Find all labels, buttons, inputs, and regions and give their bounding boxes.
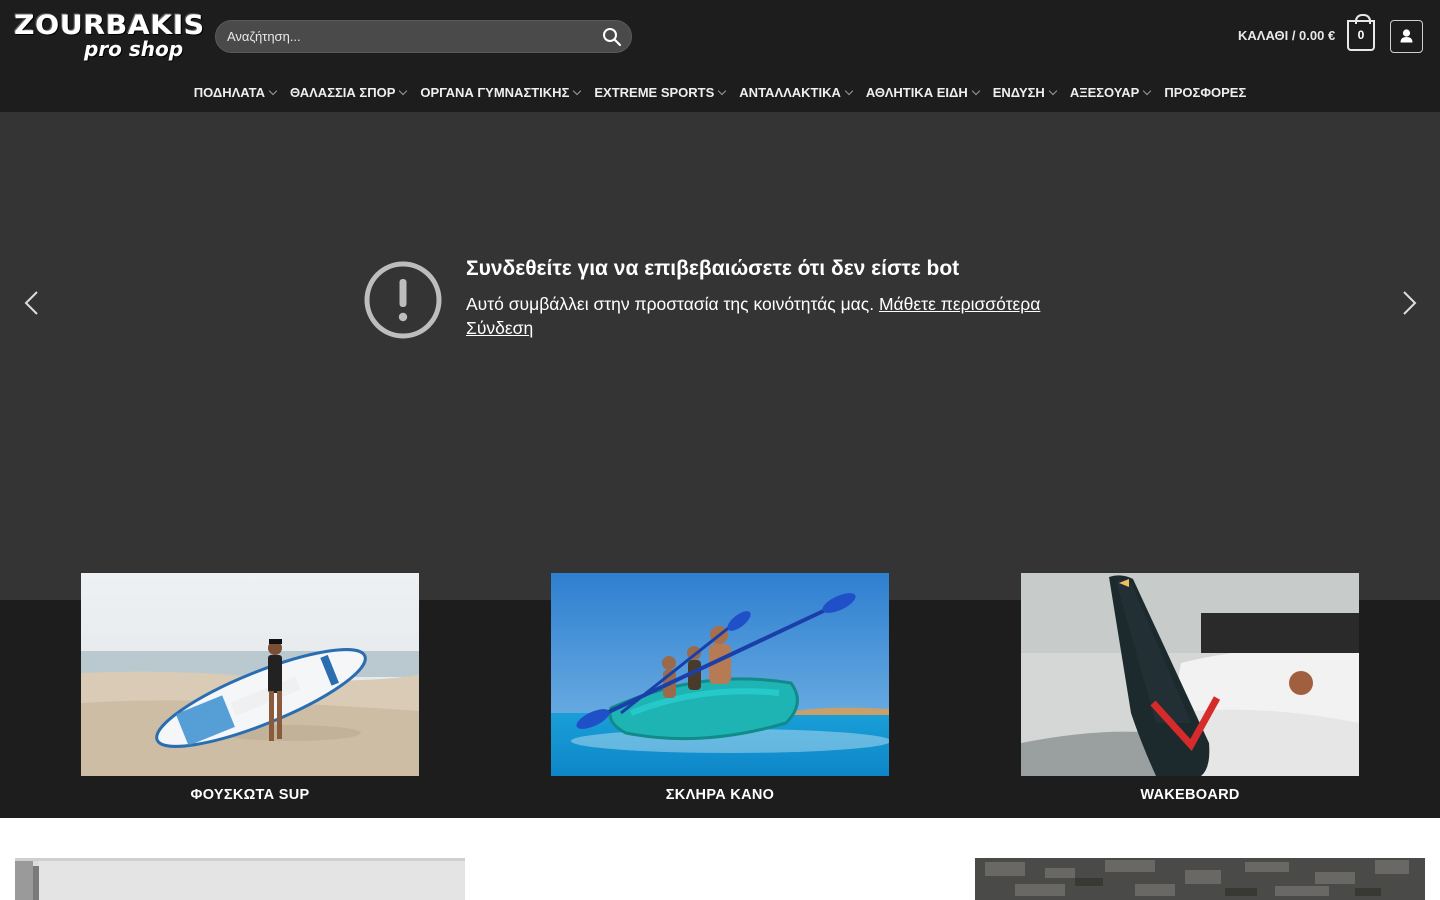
category-image-kayak: [551, 573, 889, 776]
learn-more-link[interactable]: Μάθετε περισσότερα: [879, 294, 1040, 314]
nav-item-spare-parts[interactable]: ΑΝΤΑΛΛΑΚΤΙΚΑ: [739, 80, 854, 106]
category-image-sup: [81, 573, 419, 776]
category-card-inflatable-sup[interactable]: ΦΟΥΣΚΩΤΑ SUP: [81, 573, 419, 803]
nav-item-extreme-sports[interactable]: EXTREME SPORTS: [594, 80, 727, 106]
user-icon: [1400, 29, 1413, 43]
nav-item-offers[interactable]: ΠΡΟΣΦΟΡΕΣ: [1164, 80, 1246, 106]
account-button[interactable]: [1390, 20, 1423, 53]
nav-item-label: EXTREME SPORTS: [594, 85, 715, 100]
category-image-wakeboard: [1021, 573, 1359, 776]
chevron-down-icon: [844, 86, 854, 96]
bot-check-title: Συνδεθείτε για να επιβεβαιώσετε ότι δεν …: [466, 257, 960, 280]
nav-item-label: ΑΘΛΗΤΙΚΑ ΕΙΔΗ: [865, 85, 968, 100]
chevron-down-icon: [971, 86, 980, 96]
cart-count-badge[interactable]: 0: [1347, 14, 1375, 51]
bot-check-description: Αυτό συμβάλλει στην προστασία της κοινότ…: [466, 294, 875, 314]
chevron-down-icon: [399, 86, 408, 96]
main-navigation: ΠΟΔΗΛΑΤΑ ΘΑΛΑΣΣΙΑ ΣΠΟΡ ΟΡΓΑΝΑ ΓΥΜΝΑΣΤΙΚΗ…: [0, 80, 1440, 106]
login-link[interactable]: Σύνδεση: [466, 318, 533, 339]
chevron-down-icon: [268, 86, 278, 96]
nav-item-sporting-goods[interactable]: ΑΘΛΗΤΙΚΑ ΕΙΔΗ: [865, 80, 980, 106]
nav-item-label: ΟΡΓΑΝΑ ΓΥΜΝΑΣΤΙΚΗΣ: [420, 85, 570, 100]
slider-prev-arrow-icon[interactable]: [18, 288, 48, 318]
nav-item-clothing[interactable]: ΕΝΔΥΣΗ: [992, 80, 1058, 106]
category-label: ΦΟΥΣΚΩΤΑ SUP: [190, 787, 310, 803]
search-input[interactable]: [216, 21, 586, 52]
nav-item-bicycles[interactable]: ΠΟΔΗΛΑΤΑ: [193, 80, 278, 106]
nav-item-label: ΠΟΔΗΛΑΤΑ: [193, 85, 265, 100]
nav-item-label: ΘΑΛΑΣΣΙΑ ΣΠΟΡ: [289, 85, 396, 100]
chevron-down-icon: [1048, 86, 1058, 96]
site-logo[interactable]: ZOURBAKIS pro shop: [14, 10, 204, 62]
chevron-down-icon: [718, 86, 727, 96]
chevron-down-icon: [573, 86, 582, 96]
category-card-wakeboard[interactable]: WAKEBOARD: [1021, 573, 1359, 803]
nav-item-accessories[interactable]: ΑΞΕΣΟΥΑΡ: [1069, 80, 1152, 106]
alert-icon: [362, 259, 444, 341]
bot-check-text: Αυτό συμβάλλει στην προστασία της κοινότ…: [466, 294, 1040, 315]
category-card-hard-kayak[interactable]: ΣΚΛΗΡΑ ΚΑΝΟ: [551, 573, 889, 803]
nav-item-label: ΑΞΕΣΟΥΑΡ: [1069, 85, 1140, 100]
logo-text-sub: pro shop: [84, 37, 184, 61]
category-label: ΣΚΛΗΡΑ ΚΑΝΟ: [665, 787, 775, 803]
nav-item-label: ΕΝΔΥΣΗ: [992, 85, 1045, 100]
site-header: ZOURBAKIS pro shop ΚΑΛΑΘΙ / 0.00 € 0 ΠΟΔ…: [0, 0, 1440, 112]
nav-item-water-sports[interactable]: ΘΑΛΑΣΣΙΑ ΣΠΟΡ: [289, 80, 408, 106]
nav-item-label: ΑΝΤΑΛΛΑΚΤΙΚΑ: [739, 85, 841, 100]
hero-slider: Συνδεθείτε για να επιβεβαιώσετε ότι δεν …: [0, 112, 1440, 600]
banner-image-left[interactable]: [15, 858, 465, 900]
slider-next-arrow-icon[interactable]: [1393, 288, 1423, 318]
nav-item-label: ΠΡΟΣΦΟΡΕΣ: [1164, 85, 1247, 100]
cart-link[interactable]: ΚΑΛΑΘΙ / 0.00 €: [1238, 28, 1335, 43]
banner-image-right[interactable]: [975, 858, 1425, 900]
search-bar: [215, 20, 632, 53]
chevron-down-icon: [1143, 86, 1152, 96]
nav-item-fitness-equipment[interactable]: ΟΡΓΑΝΑ ΓΥΜΝΑΣΤΙΚΗΣ: [420, 80, 582, 106]
search-icon[interactable]: [601, 26, 623, 48]
category-label: WAKEBOARD: [1140, 787, 1240, 803]
